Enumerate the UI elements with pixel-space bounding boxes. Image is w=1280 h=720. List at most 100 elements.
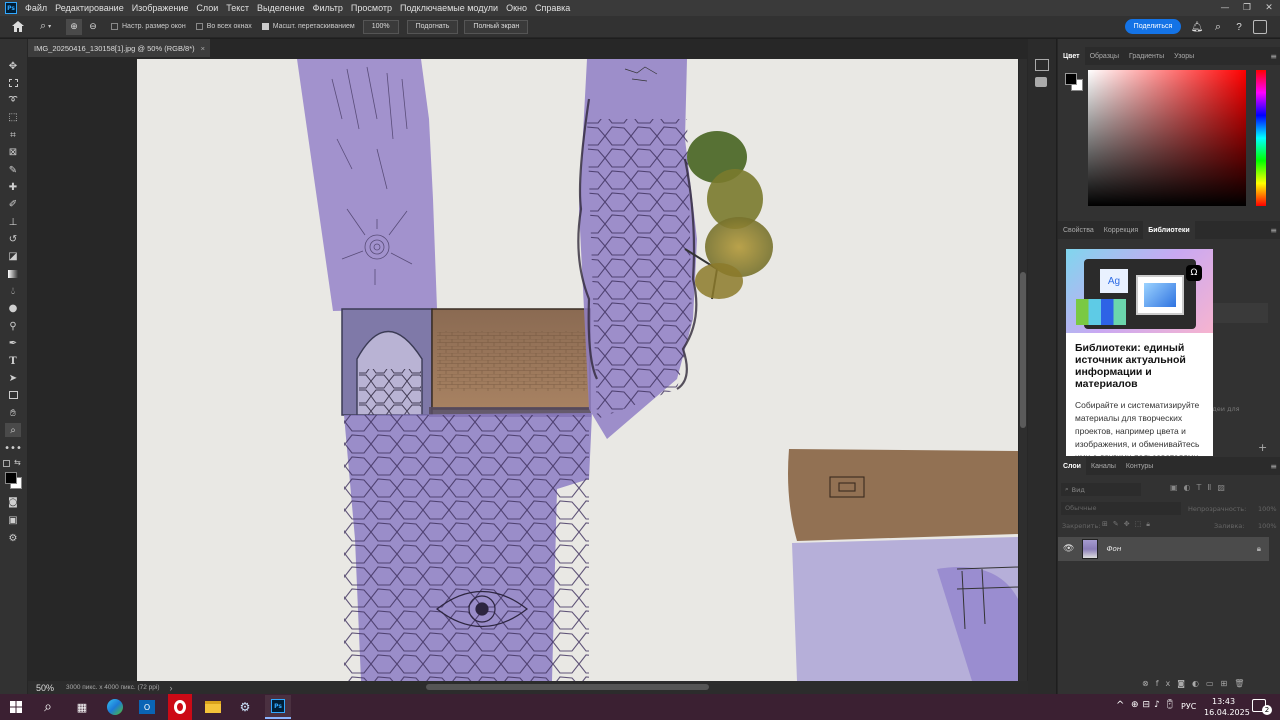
tab-adjustments[interactable]: Коррекция [1099, 221, 1143, 239]
zoom-in-icon[interactable]: ⊕ [66, 18, 82, 35]
menu-type[interactable]: Текст [222, 3, 253, 13]
more-tools-icon[interactable]: ••• [4, 441, 22, 455]
eraser-tool-icon[interactable]: ◪ [5, 249, 21, 263]
search-icon[interactable]: ⌕ [38, 697, 58, 717]
tab-swatches[interactable]: Образцы [1085, 47, 1124, 65]
menu-file[interactable]: Файл [21, 3, 51, 13]
menu-image[interactable]: Изображение [128, 3, 193, 13]
type-tool-icon[interactable]: T [5, 354, 21, 368]
brush-tool-icon[interactable]: ✐ [5, 197, 21, 211]
clone-stamp-icon[interactable]: ⊥ [5, 215, 21, 229]
layers-bottom-actions[interactable]: ⊗fx◙◐▭⊞🗑︎ [1142, 679, 1251, 688]
panel-menu-icon[interactable]: ≡ [1270, 226, 1277, 235]
photoshop-logo-icon[interactable]: Ps [5, 2, 17, 14]
lock-icons[interactable]: ⊞✎✥⬚🔒︎ [1102, 520, 1155, 529]
menu-edit[interactable]: Редактирование [51, 3, 128, 13]
tab-channels[interactable]: Каналы [1086, 457, 1121, 475]
clock-date[interactable]: 16.04.2025 [1204, 708, 1250, 717]
resize-windows-checkbox[interactable] [111, 23, 118, 30]
marquee-tool-icon[interactable] [5, 76, 21, 90]
steam-icon[interactable]: ⚙ [235, 697, 255, 717]
home-icon[interactable] [8, 19, 28, 35]
zoom-100-button[interactable]: 100% [362, 19, 399, 34]
tab-paths[interactable]: Контуры [1121, 457, 1158, 475]
file-explorer-icon[interactable] [203, 697, 223, 717]
fit-screen-button[interactable]: Подогнать [406, 19, 459, 34]
image-canvas[interactable] [137, 59, 1018, 681]
dodge-tool-icon[interactable]: ● [5, 301, 21, 315]
rectangle-tool-icon[interactable] [5, 388, 21, 402]
blur-tool-icon[interactable]: 💧︎ [5, 284, 21, 298]
task-view-icon[interactable]: ▦ [72, 697, 92, 717]
fill-screen-button[interactable]: Полный экран [464, 19, 529, 34]
tab-libraries[interactable]: Библиотеки [1143, 221, 1195, 239]
frame-tool-icon[interactable]: ⊠ [5, 145, 21, 159]
swap-colors-icon[interactable]: ⇆ [14, 458, 21, 467]
opera-browser-icon[interactable] [168, 694, 192, 720]
eye-icon[interactable]: 👁︎ [1063, 544, 1074, 554]
eyedropper-tool-icon[interactable]: ✎ [5, 163, 21, 177]
menu-window[interactable]: Окно [502, 3, 531, 13]
panel-menu-icon[interactable]: ≡ [1270, 462, 1277, 471]
history-panel-icon[interactable] [1035, 59, 1049, 71]
layer-filter-icons[interactable]: ▣◐TⅡ▨ [1170, 483, 1231, 492]
menu-help[interactable]: Справка [531, 3, 574, 13]
horizontal-scrollbar-thumb[interactable] [426, 684, 709, 690]
bell-icon[interactable]: 🔔︎ [1190, 20, 1204, 34]
comments-panel-icon[interactable] [1035, 77, 1047, 87]
minimize-icon[interactable]: — [1214, 0, 1236, 16]
fill-value[interactable]: 100% [1258, 522, 1277, 530]
all-windows-checkbox[interactable] [195, 23, 203, 30]
edit-toolbar-icon[interactable]: ⚙ [5, 531, 21, 545]
layer-row[interactable]: 👁︎ Фон 🔒︎ [1058, 537, 1269, 561]
restore-icon[interactable]: ❐ [1236, 0, 1258, 16]
status-menu-arrow[interactable]: › [170, 683, 173, 693]
workspace-icon[interactable] [1253, 20, 1267, 34]
tab-close-icon[interactable]: × [201, 44, 205, 53]
tab-patterns[interactable]: Узоры [1169, 47, 1199, 65]
pen-tool-icon[interactable]: ✒︎ [5, 336, 21, 350]
scrubby-zoom-checkbox[interactable] [261, 23, 269, 30]
vertical-scrollbar-thumb[interactable] [1020, 272, 1026, 428]
opacity-value[interactable]: 100% [1258, 505, 1277, 513]
menu-filter[interactable]: Фильтр [309, 3, 347, 13]
share-button[interactable]: Поделиться [1125, 19, 1181, 34]
hand-tool-icon[interactable]: ✋︎ [5, 406, 21, 420]
tab-gradients[interactable]: Градиенты [1124, 47, 1169, 65]
photoshop-taskbar-icon[interactable]: Ps [265, 695, 291, 719]
gradient-tool-icon[interactable] [5, 267, 21, 281]
zoom-tool-icon[interactable]: ⌕ [5, 423, 21, 437]
move-tool-icon[interactable]: ✥ [5, 59, 21, 73]
sponge-tool-icon[interactable]: ⚲ [5, 319, 21, 333]
healing-brush-icon[interactable]: ✚ [5, 180, 21, 194]
path-selection-icon[interactable]: ➤ [5, 371, 21, 385]
blend-mode-select[interactable]: Обычные [1061, 502, 1181, 515]
object-select-tool-icon[interactable]: ⬚ [5, 110, 21, 124]
outlook-icon[interactable]: O [137, 697, 157, 717]
document-tab[interactable]: IMG_20250416_130158[1].jpg @ 50% (RGB/8*… [28, 39, 210, 57]
color-panel-fg-swatch[interactable] [1065, 73, 1077, 85]
tab-properties[interactable]: Свойства [1058, 221, 1099, 239]
help-icon[interactable]: ? [1232, 20, 1246, 34]
hue-slider[interactable] [1256, 70, 1266, 206]
screen-mode-icon[interactable]: ▣ [5, 513, 21, 527]
menu-layers[interactable]: Слои [192, 3, 222, 13]
layer-filter-select[interactable]: ⌕ Вид [1061, 483, 1141, 496]
tab-layers[interactable]: Слои [1058, 457, 1086, 475]
libraries-add-icon[interactable]: + [1258, 441, 1267, 454]
color-picker-field[interactable] [1088, 70, 1246, 206]
menu-select[interactable]: Выделение [253, 3, 309, 13]
panel-menu-icon[interactable]: ≡ [1270, 52, 1277, 61]
quick-mask-icon[interactable]: ◙ [5, 495, 21, 509]
menu-view[interactable]: Просмотр [347, 3, 396, 13]
foreground-color-swatch[interactable] [5, 472, 17, 484]
zoom-level[interactable]: 50% [36, 683, 54, 693]
tray-icons[interactable]: ⊕⊟♪🔋︎ [1131, 700, 1179, 710]
keyboard-language[interactable]: РУС [1181, 702, 1196, 711]
tab-color[interactable]: Цвет [1058, 47, 1085, 65]
close-icon[interactable]: ✕ [1258, 0, 1280, 16]
history-brush-icon[interactable]: ↺ [5, 232, 21, 246]
show-hidden-icons[interactable]: ^ [1116, 700, 1124, 711]
lasso-tool-icon[interactable]: ➰︎ [5, 93, 21, 107]
zoom-out-icon[interactable]: ⊖ [85, 19, 101, 35]
